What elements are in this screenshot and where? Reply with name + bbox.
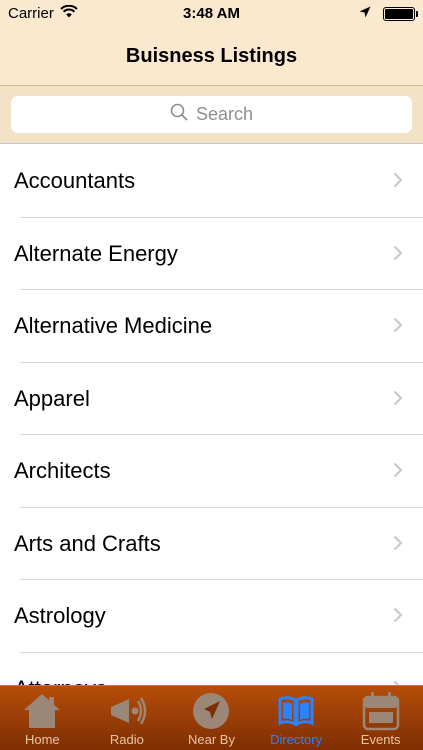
radio-icon [105,690,149,732]
tab-label: Events [360,732,401,747]
tab-home[interactable]: Home [0,686,85,750]
chevron-right-icon [393,386,403,412]
chevron-right-icon [393,603,403,629]
tab-directory[interactable]: Directory [254,686,339,750]
list-item-arts-and-crafts[interactable]: Arts and Crafts [0,508,423,581]
chevron-right-icon [393,531,403,557]
list-item-architects[interactable]: Architects [0,435,423,508]
list-item-label: Architects [14,458,111,484]
tab-near-by[interactable]: Near By [169,686,254,750]
list-item-astrology[interactable]: Astrology [0,580,423,653]
chevron-right-icon [393,168,403,194]
chevron-right-icon [393,313,403,339]
status-right [359,5,418,22]
tab-label: Home [24,732,60,747]
list-item-label: Arts and Crafts [14,530,161,556]
list-item-label: Alternative Medicine [14,313,213,339]
tab-label: Radio [109,732,144,747]
list-item-label: Alternate Energy [14,240,178,266]
tab-label: Near By [188,732,235,747]
chevron-right-icon [393,676,403,685]
tab-label: Directory [270,732,323,747]
search-placeholder: Search [195,104,254,124]
list-item-label: Accountants [14,168,136,194]
list-item-alternate-energy[interactable]: Alternate Energy [0,218,423,291]
battery-icon [383,6,418,21]
list-item-label: Apparel [14,385,90,411]
navigation-bar: Buisness Listings [0,28,423,86]
list-item-alternative-medicine[interactable]: Alternative Medicine [0,290,423,363]
search-icon [170,103,188,126]
tab-radio[interactable]: Radio [85,686,170,750]
tab-bar: Home Radio Near By Directory Events [0,685,423,750]
book-icon [274,690,318,732]
chevron-right-icon [393,458,403,484]
list-item-label: Attorneys [14,676,107,685]
search-area: Search [0,86,423,144]
list-item-apparel[interactable]: Apparel [0,363,423,436]
list-item-attorneys[interactable]: Attorneys [0,653,423,685]
list-item-label: Astrology [14,603,106,629]
status-bar: Carrier 3:48 AM [0,0,423,28]
compass-icon [189,690,233,732]
chevron-right-icon [393,241,403,267]
business-category-list[interactable]: Accountants Alternate Energy Alternative… [0,145,423,685]
tab-events[interactable]: Events [338,686,423,750]
home-icon [20,690,64,732]
location-arrow-icon [359,5,371,22]
list-item-accountants[interactable]: Accountants [0,145,423,218]
page-title: Buisness Listings [125,45,298,67]
search-input[interactable]: Search [11,96,412,133]
events-calendar-icon [359,690,403,732]
